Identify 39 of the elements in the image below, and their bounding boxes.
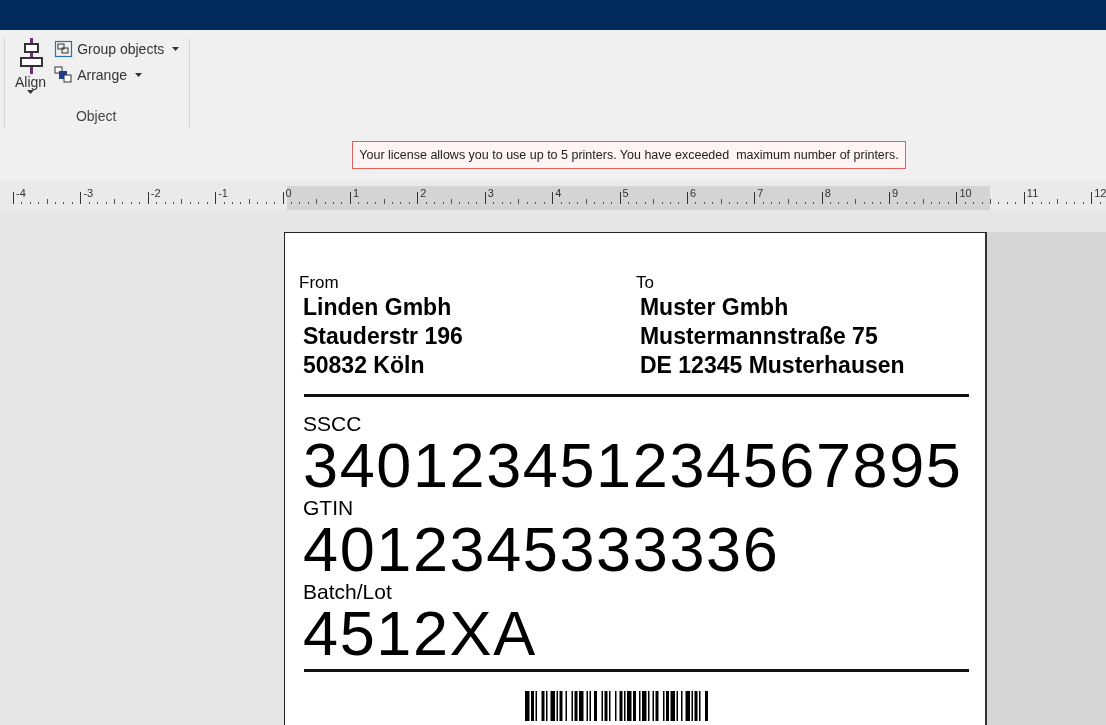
ruler-number: 0 [285,187,292,199]
align-icon [18,38,43,74]
address-line: Mustermannstraße 75 [639,322,879,351]
field-value: 4012345333336 [303,519,781,579]
address-heading: From [299,273,340,293]
ruler-number: 6 [689,187,697,199]
ruler-number: 9 [892,187,899,199]
ruler-number: -2 [150,187,161,199]
address-line: Muster Gmbh [639,293,790,322]
ruler-number: 11 [1026,187,1039,199]
ruler-number: 4 [555,187,562,199]
ruler-number: 10 [959,187,972,199]
ribbon-button[interactable]: Group objects [54,38,180,60]
license-warning: Your license allows you to use up to 5 printers. You have exceeded maximum number of printers. [352,141,906,169]
address-heading: To [635,273,655,293]
field-caption: SSCC [303,413,363,435]
group-icon [54,40,74,58]
ruler-number: -3 [83,187,94,199]
ruler-number: 8 [824,187,831,199]
address-line: Linden Gmbh [303,293,453,322]
group-label: Object [75,108,117,126]
field-value: 4512XA [303,603,538,663]
ruler-number: -1 [218,187,228,199]
address-line: 50832 Köln [303,351,426,380]
arrange-icon [54,66,74,84]
field-caption: GTIN [303,497,355,519]
field-caption: Batch/Lot [303,581,393,603]
ruler-number: 1 [352,187,360,199]
field-value: 340123451234567895 [303,435,964,495]
ribbon-button[interactable]: Arrange [54,64,180,86]
address-line: DE 12345 Musterhausen [639,351,906,380]
ruler-number: -4 [16,187,26,199]
ruler-number: 3 [487,187,494,199]
align-button[interactable]: Align [13,38,49,108]
ruler-number: 2 [420,187,427,199]
ruler-number: 12 [1094,187,1106,199]
ruler-number: 7 [757,187,764,199]
ruler-number: 5 [622,187,629,199]
address-line: Stauderstr 196 [303,322,464,351]
